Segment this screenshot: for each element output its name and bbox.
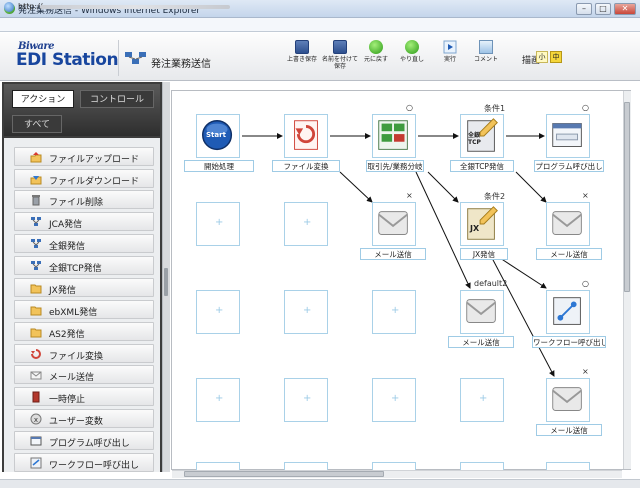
empty-slot[interactable]: + — [372, 290, 416, 334]
mail2-marker: × — [582, 191, 589, 200]
flow-node-mail-4[interactable] — [546, 378, 590, 422]
jx-badge: JX — [470, 224, 480, 233]
flow-label-branch: 取引先/業務分岐 — [366, 160, 424, 172]
empty-slot[interactable] — [460, 462, 504, 470]
empty-slot[interactable] — [284, 462, 328, 470]
flow-label-program: プログラム呼び出し — [534, 160, 604, 172]
flow-node-program[interactable] — [546, 114, 590, 158]
mail-icon — [552, 387, 582, 411]
flow-label-mail-1: メール送信 — [360, 248, 426, 260]
flow-node-convert[interactable] — [284, 114, 328, 158]
flow-node-mail-1[interactable] — [372, 202, 416, 246]
empty-slot[interactable]: + — [372, 378, 416, 422]
empty-slot[interactable]: + — [196, 290, 240, 334]
empty-slot[interactable]: + — [284, 290, 328, 334]
zengin-marker: 条件1 — [484, 104, 506, 113]
connector-convert-mail — [339, 171, 373, 203]
mail-icon — [552, 211, 582, 235]
flow-label-workflow: ワークフロー呼び出し — [532, 336, 606, 348]
flow-node-branch[interactable] — [372, 114, 416, 158]
workflow-icon — [553, 297, 581, 325]
connector-branch-jx — [427, 171, 459, 203]
flow-label-mail-3: メール送信 — [448, 336, 514, 348]
workflow-marker: ○ — [582, 279, 589, 288]
program-marker: ○ — [582, 103, 589, 112]
flow-label-zengin-tcp: 全銀TCP発信 — [450, 160, 514, 172]
flow-node-mail-3[interactable] — [460, 290, 504, 334]
flow-node-jx[interactable] — [460, 202, 504, 246]
mail-icon — [466, 299, 496, 323]
empty-slot[interactable] — [372, 462, 416, 470]
mail3-marker: default2 — [474, 279, 508, 288]
empty-slot[interactable] — [546, 462, 590, 470]
flow-node-workflow[interactable] — [546, 290, 590, 334]
branch-marker: ○ — [406, 103, 413, 112]
vertical-scroll-thumb[interactable] — [624, 102, 630, 292]
connector-zengin-mail — [515, 171, 547, 203]
empty-slot[interactable] — [196, 462, 240, 470]
empty-slot[interactable]: + — [196, 378, 240, 422]
empty-slot[interactable]: + — [196, 202, 240, 246]
mail4-marker: × — [582, 367, 589, 376]
program-icon — [552, 123, 582, 147]
start-text: Start — [206, 131, 226, 139]
flow-node-mail-2[interactable] — [546, 202, 590, 246]
jx-marker: 条件2 — [484, 192, 506, 201]
flow-label-jx: JX発信 — [460, 248, 508, 260]
mail1-marker: × — [406, 191, 413, 200]
horizontal-scroll-thumb[interactable] — [184, 471, 384, 477]
status-bar — [0, 479, 640, 488]
mail-icon — [378, 211, 408, 235]
flow-label-start: 開始処理 — [184, 160, 254, 172]
branch-icon — [378, 120, 408, 150]
zengin-badge: 全銀 TCP — [468, 132, 481, 146]
empty-slot[interactable]: + — [284, 378, 328, 422]
empty-slot[interactable]: + — [284, 202, 328, 246]
flow-label-convert: ファイル変換 — [272, 160, 340, 172]
flow-label-mail-2: メール送信 — [536, 248, 602, 260]
empty-slot[interactable]: + — [460, 378, 504, 422]
convert-icon — [294, 120, 318, 150]
jx-icon — [467, 206, 498, 240]
flow-label-mail-4: メール送信 — [536, 424, 602, 436]
